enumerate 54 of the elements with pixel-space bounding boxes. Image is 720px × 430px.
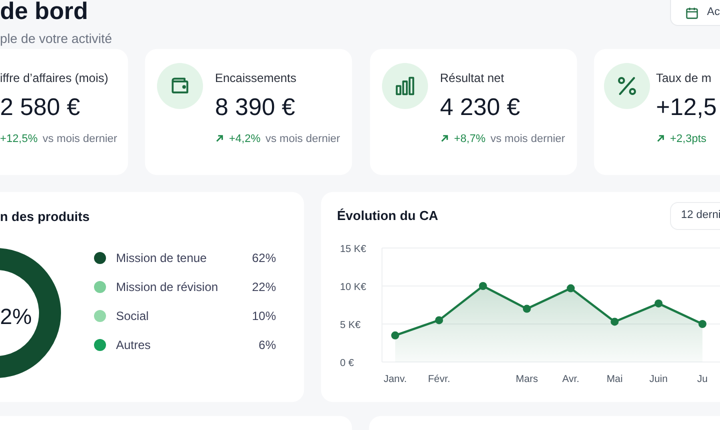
- y-axis-label: 0 €: [340, 358, 354, 368]
- change-note: vs mois dernier: [490, 132, 566, 146]
- data-point: [478, 282, 487, 290]
- legend-label: Social: [116, 308, 149, 324]
- calendar-icon: [685, 6, 699, 20]
- legend-value: 22%: [252, 278, 276, 296]
- legend-value: 10%: [252, 308, 276, 324]
- y-axis-label: 5 K€: [340, 320, 361, 330]
- kpi-value: 8 390 €: [215, 92, 296, 122]
- x-axis-label: Ju: [697, 374, 708, 384]
- kpi-label: Taux de m: [656, 70, 712, 86]
- change-value: +4,2%: [229, 132, 260, 146]
- panel-title: Évolution du CA: [337, 206, 438, 225]
- change-value: +8,7%: [454, 132, 486, 146]
- kpi-label: iffre d’affaires (mois): [0, 70, 110, 86]
- period-select[interactable]: 12 derni: [670, 202, 720, 230]
- panel-title: n des produits: [0, 208, 91, 226]
- data-point: [391, 330, 400, 339]
- x-axis-label: Juin: [649, 374, 668, 384]
- y-axis-label: 15 K€: [340, 244, 366, 254]
- legend-label: Mission de tenue: [116, 250, 207, 266]
- legend-value: 62%: [252, 250, 276, 266]
- y-axis-label: 10 K€: [340, 282, 366, 292]
- data-point: [522, 304, 531, 312]
- kpi-value: 4 230 €: [440, 92, 522, 122]
- page-subtitle: ple de votre activité: [0, 30, 112, 48]
- data-point: [610, 317, 619, 326]
- kpi-value: 2 580 €: [0, 92, 82, 122]
- donut-center-value: 2%: [0, 303, 32, 331]
- data-point: [698, 320, 706, 328]
- kpi-value: +12,5: [656, 92, 717, 122]
- x-axis-label: Mars: [516, 374, 538, 384]
- legend-label: Mission de révision: [116, 278, 218, 296]
- trend-up-icon: [656, 134, 665, 144]
- date-range-button[interactable]: Ac: [670, 0, 720, 26]
- bar-chart-icon: [394, 74, 416, 96]
- change-note: vs mois dernier: [266, 132, 340, 146]
- x-axis-label: Janv.: [384, 374, 407, 384]
- data-point: [654, 298, 663, 307]
- legend-label: Autres: [116, 336, 151, 354]
- kpi-label: Résultat net: [440, 70, 506, 86]
- data-point: [435, 316, 444, 324]
- x-axis-label: Avr.: [562, 374, 580, 384]
- trend-up-icon: [215, 134, 224, 144]
- data-point: [566, 284, 575, 292]
- change-value: +2,3pts: [670, 132, 706, 146]
- x-axis-label: Mai: [606, 374, 623, 384]
- kpi-label: Encaissements: [215, 70, 298, 86]
- trend-up-icon: [440, 134, 449, 144]
- legend-value: 6%: [258, 336, 276, 354]
- x-axis-label: Févr.: [428, 374, 450, 384]
- page-title: de bord: [0, 0, 89, 24]
- change-value: +12,5%: [0, 132, 38, 146]
- change-note: vs mois dernier: [42, 132, 118, 146]
